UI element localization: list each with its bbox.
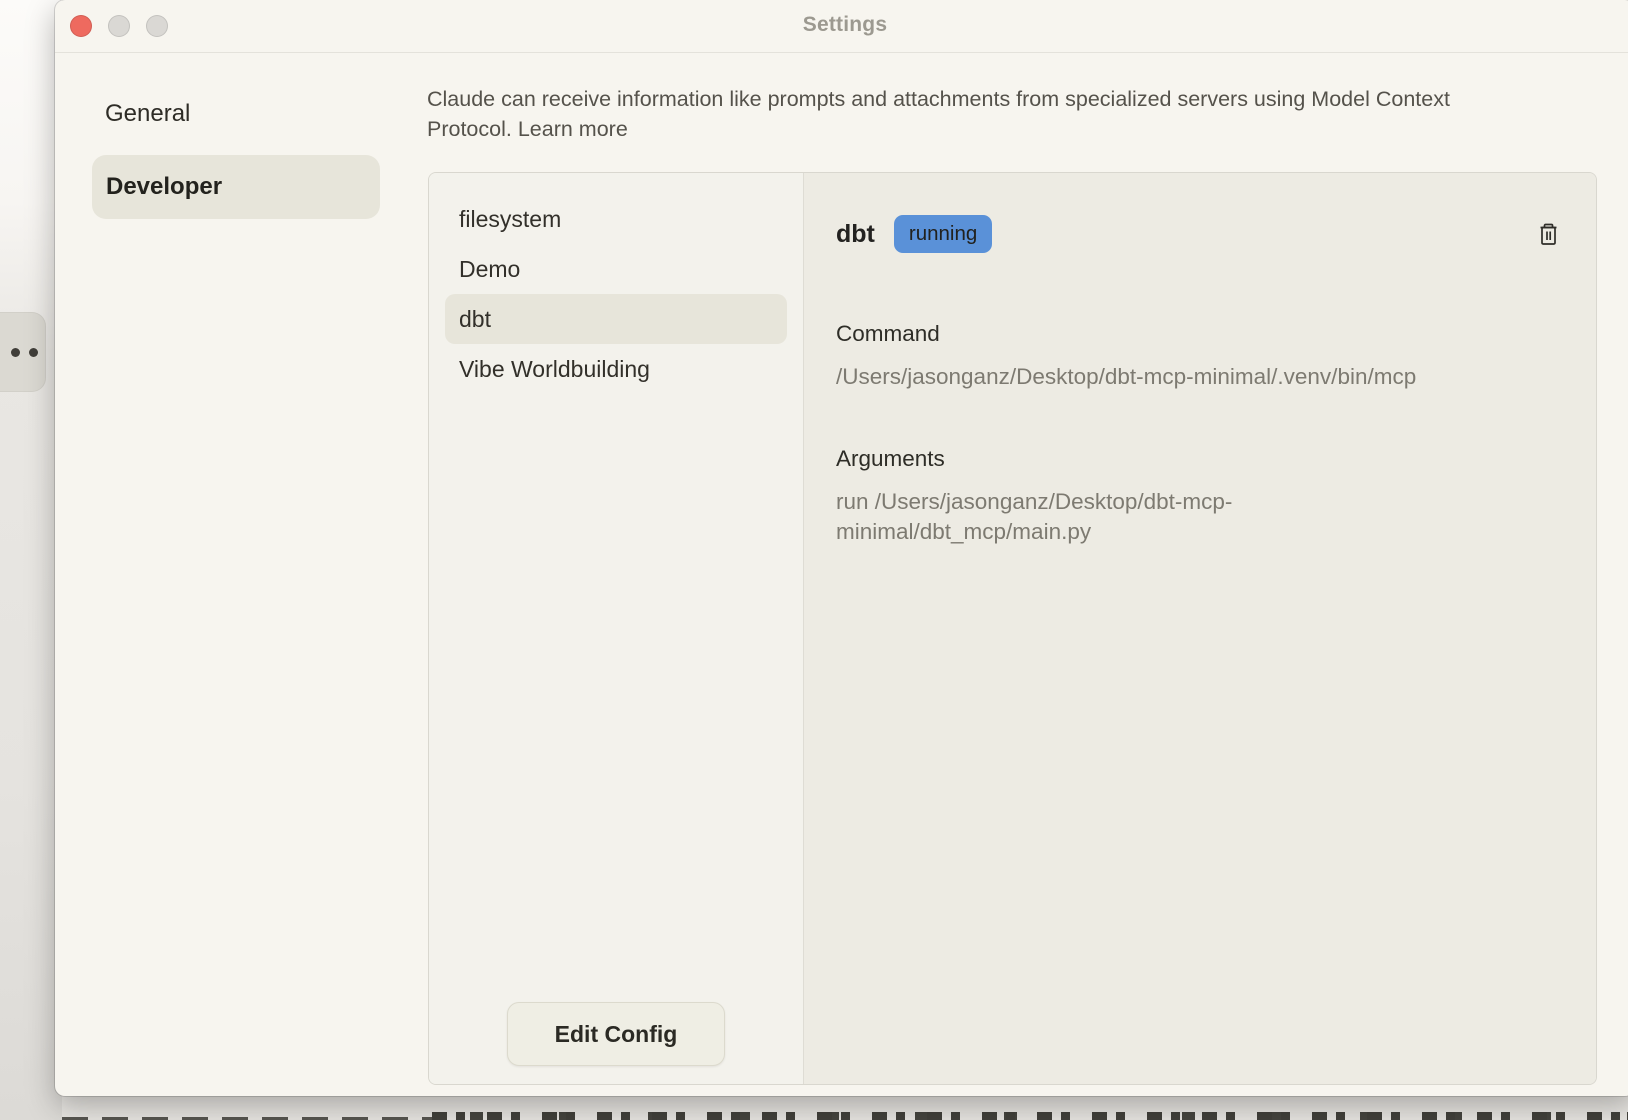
obscured-background-text (432, 1112, 1628, 1120)
mcp-description: Claude can receive information like prom… (427, 84, 1505, 144)
arguments-value: run /Users/jasonganz/Desktop/dbt-mcp-min… (836, 487, 1328, 547)
command-field: Command /Users/jasonganz/Desktop/dbt-mcp… (836, 321, 1562, 392)
dot-icon (11, 348, 20, 357)
status-badge: running (894, 215, 992, 253)
server-name: dbt (836, 220, 875, 249)
sidebar-item-general[interactable]: General (105, 100, 190, 128)
server-detail-pane: dbt running Command (804, 173, 1596, 1084)
mcp-servers-panel: filesystem Demo dbt Vibe Worldbuilding E… (428, 172, 1597, 1085)
sidebar-item-developer[interactable]: Developer (92, 155, 380, 219)
server-list-item-demo[interactable]: Demo (429, 244, 803, 294)
server-list-item-filesystem[interactable]: filesystem (429, 194, 803, 244)
background-app-strip (0, 0, 62, 1120)
sidebar-item-label: Developer (106, 173, 222, 201)
edit-config-button[interactable]: Edit Config (507, 1002, 725, 1066)
delete-server-button[interactable] (1535, 220, 1562, 249)
server-detail-header: dbt running (836, 215, 1562, 253)
trash-icon (1537, 235, 1560, 250)
server-list: filesystem Demo dbt Vibe Worldbuilding E… (429, 173, 804, 1084)
settings-window: Settings General Developer Claude can re… (55, 0, 1628, 1096)
server-list-item-vibe-worldbuilding[interactable]: Vibe Worldbuilding (429, 344, 803, 394)
arguments-field: Arguments run /Users/jasonganz/Desktop/d… (836, 446, 1562, 547)
learn-more-link[interactable]: Learn more (518, 117, 628, 141)
background-drag-handle[interactable] (0, 312, 46, 392)
dot-icon (29, 348, 38, 357)
command-value: /Users/jasonganz/Desktop/dbt-mcp-minimal… (836, 362, 1562, 392)
window-title: Settings (55, 13, 1628, 37)
server-list-item-dbt[interactable]: dbt (445, 294, 787, 344)
command-label: Command (836, 321, 1562, 347)
titlebar[interactable]: Settings (55, 0, 1628, 53)
arguments-label: Arguments (836, 446, 1562, 472)
